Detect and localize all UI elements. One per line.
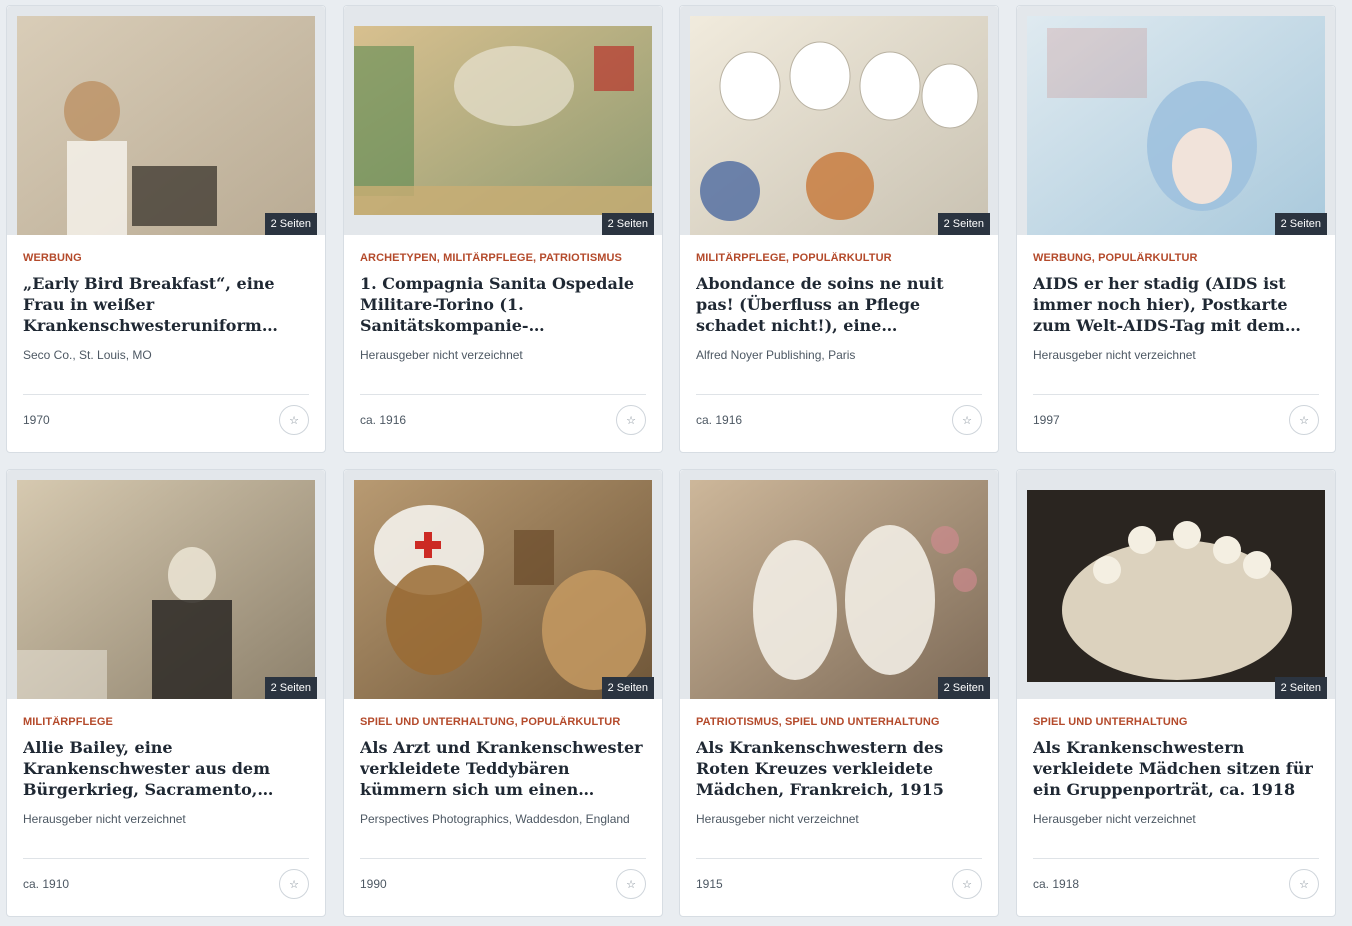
divider [23,858,309,859]
divider [1033,858,1319,859]
thumbnail-area: 2 Seiten [680,6,998,235]
collection-card[interactable]: 2 Seiten Militärpflege, Populärkultur Ab… [679,5,999,453]
category-label[interactable]: Werbung, Populärkultur [1033,252,1323,264]
category-label[interactable]: Militärpflege, Populärkultur [696,252,986,264]
pages-badge: 2 Seiten [264,213,317,235]
category-label[interactable]: Militärpflege [23,716,313,728]
card-title[interactable]: „Early Bird Breakfast“, eine Frau in wei… [23,273,313,337]
category-label[interactable]: Spiel und Unterhaltung [1033,716,1323,728]
favorite-star-icon[interactable]: ☆ [952,405,982,435]
collection-card[interactable]: 2 Seiten Werbung „Early Bird Breakfast“,… [6,5,326,453]
date-label: ca. 1918 [1033,877,1080,891]
pages-badge: 2 Seiten [264,677,317,699]
date-label: 1990 [360,877,387,891]
pages-badge: 2 Seiten [601,677,654,699]
collection-card[interactable]: 2 Seiten Spiel und Unterhaltung, Populär… [343,469,663,917]
thumbnail-image[interactable] [690,480,988,699]
divider [696,858,982,859]
thumbnail-image[interactable] [354,480,652,699]
thumbnail-area: 2 Seiten [1017,6,1335,235]
card-title[interactable]: AIDS er her stadig (AIDS ist immer noch … [1033,273,1323,337]
date-label: ca. 1916 [696,413,743,427]
category-label[interactable]: Patriotismus, Spiel und Unterhaltung [696,716,986,728]
date-label: 1970 [23,413,50,427]
thumbnail-area: 2 Seiten [1017,470,1335,699]
favorite-star-icon[interactable]: ☆ [279,405,309,435]
favorite-star-icon[interactable]: ☆ [616,405,646,435]
pages-badge: 2 Seiten [1274,677,1327,699]
favorite-star-icon[interactable]: ☆ [616,869,646,899]
publisher-label: Seco Co., St. Louis, MO [23,348,152,362]
thumbnail-image[interactable] [1027,490,1325,682]
collection-card[interactable]: 2 Seiten Militärpflege Allie Bailey, ein… [6,469,326,917]
pages-badge: 2 Seiten [937,677,990,699]
pages-badge: 2 Seiten [1274,213,1327,235]
collection-card[interactable]: 2 Seiten Werbung, Populärkultur AIDS er … [1016,5,1336,453]
divider [1033,394,1319,395]
thumbnail-image[interactable] [690,16,988,235]
thumbnail-area: 2 Seiten [7,470,325,699]
card-title[interactable]: Als Arzt und Krankenschwester verkleidet… [360,737,650,801]
card-title[interactable]: 1. Compagnia Sanita Ospedale Militare-To… [360,273,650,337]
thumbnail-area: 2 Seiten [344,470,662,699]
favorite-star-icon[interactable]: ☆ [1289,869,1319,899]
collection-card[interactable]: 2 Seiten Patriotismus, Spiel und Unterha… [679,469,999,917]
divider [360,394,646,395]
collection-card[interactable]: 2 Seiten Spiel und Unterhaltung Als Kran… [1016,469,1336,917]
thumbnail-image[interactable] [17,16,315,235]
publisher-label: Herausgeber nicht verzeichnet [696,812,859,826]
publisher-label: Herausgeber nicht verzeichnet [1033,348,1196,362]
category-label[interactable]: Werbung [23,252,313,264]
card-title[interactable]: Abondance de soins ne nuit pas! (Überflu… [696,273,986,337]
publisher-label: Perspectives Photographics, Waddesdon, E… [360,812,630,826]
publisher-label: Herausgeber nicht verzeichnet [1033,812,1196,826]
date-label: ca. 1910 [23,877,70,891]
thumbnail-area: 2 Seiten [344,6,662,235]
card-title[interactable]: Als Krankenschwestern verkleidete Mädche… [1033,737,1323,801]
card-title[interactable]: Als Krankenschwestern des Roten Kreuzes … [696,737,986,801]
category-label[interactable]: Spiel und Unterhaltung, Populärkultur [360,716,650,728]
thumbnail-image[interactable] [354,26,652,215]
card-title[interactable]: Allie Bailey, eine Krankenschwester aus … [23,737,313,801]
pages-badge: 2 Seiten [937,213,990,235]
collection-card[interactable]: 2 Seiten Archetypen, Militärpflege, Patr… [343,5,663,453]
favorite-star-icon[interactable]: ☆ [1289,405,1319,435]
thumbnail-area: 2 Seiten [7,6,325,235]
thumbnail-area: 2 Seiten [680,470,998,699]
date-label: ca. 1916 [360,413,407,427]
favorite-star-icon[interactable]: ☆ [952,869,982,899]
publisher-label: Herausgeber nicht verzeichnet [23,812,186,826]
date-label: 1997 [1033,413,1060,427]
thumbnail-image[interactable] [17,480,315,699]
thumbnail-image[interactable] [1027,16,1325,235]
category-label[interactable]: Archetypen, Militärpflege, Patriotismus [360,252,650,264]
publisher-label: Herausgeber nicht verzeichnet [360,348,523,362]
favorite-star-icon[interactable]: ☆ [279,869,309,899]
publisher-label: Alfred Noyer Publishing, Paris [696,348,856,362]
divider [696,394,982,395]
divider [23,394,309,395]
pages-badge: 2 Seiten [601,213,654,235]
date-label: 1915 [696,877,723,891]
divider [360,858,646,859]
